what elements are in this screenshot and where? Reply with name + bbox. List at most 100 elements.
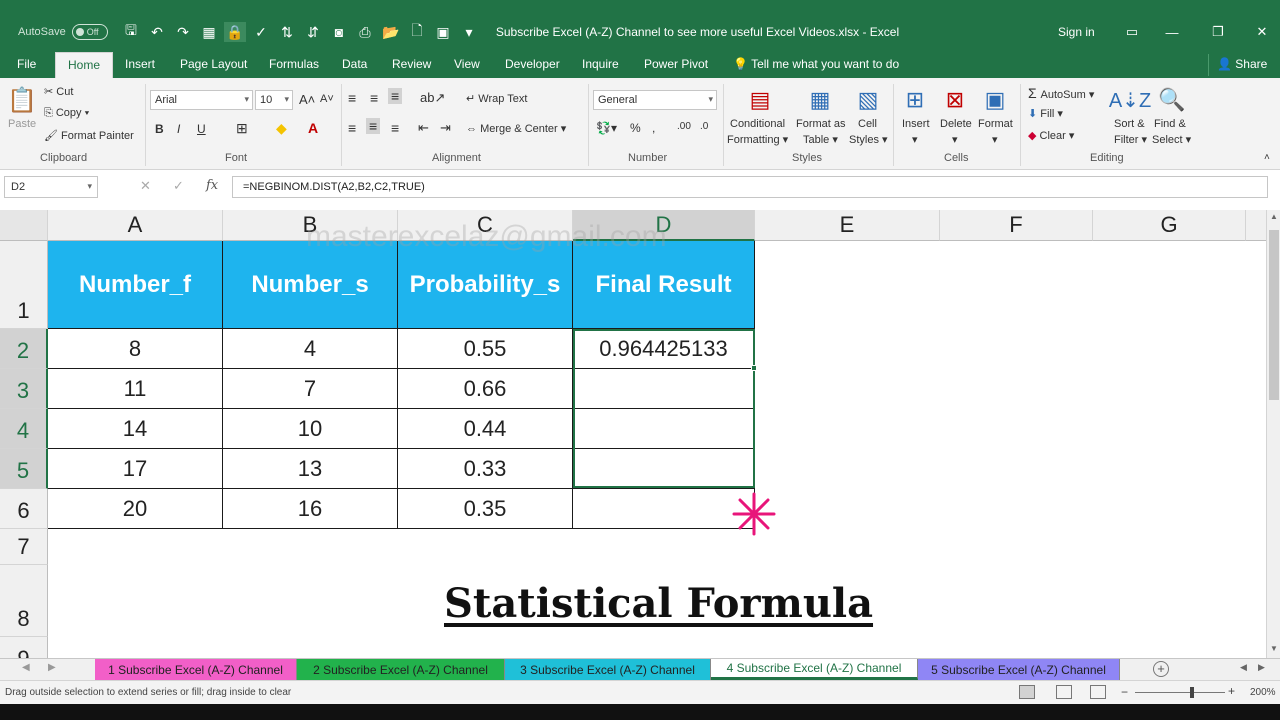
percent-icon[interactable]: % [630, 121, 641, 135]
cell-a4[interactable]: 14 [48, 409, 223, 449]
column-header-f[interactable]: F [940, 210, 1093, 241]
tab-insert[interactable]: Insert [125, 57, 155, 71]
cancel-icon[interactable]: ✕ [140, 178, 151, 194]
sign-in-link[interactable]: Sign in [1058, 25, 1095, 39]
ribbon-display-icon[interactable]: ▭ [1120, 22, 1144, 42]
collapse-ribbon-icon[interactable]: ˄ [1264, 152, 1270, 163]
format-painter-button[interactable]: 🖌 Format Painter [44, 129, 134, 142]
cell-d3[interactable] [573, 369, 755, 409]
font-color-icon[interactable]: A [308, 120, 318, 136]
sheet-tab-4[interactable]: 4 Subscribe Excel (A-Z) Channel [711, 659, 918, 680]
sheet-tab-5[interactable]: 5 Subscribe Excel (A-Z) Channel [918, 659, 1120, 680]
row-header-3[interactable]: 3 [0, 369, 48, 409]
zoom-out-icon[interactable]: − [1121, 685, 1128, 699]
merge-center-button[interactable]: ⇔ Merge & Center ▾ [466, 122, 566, 135]
fill-handle[interactable] [751, 365, 757, 371]
cell-styles-label[interactable]: Cell [858, 118, 877, 130]
find-select-label[interactable]: Find & [1154, 118, 1186, 130]
currency-icon[interactable]: 💱▾ [596, 121, 617, 135]
tab-data[interactable]: Data [342, 57, 367, 71]
fill-button[interactable]: ⬇ Fill ▾ [1028, 107, 1063, 120]
horizontal-scrollbar[interactable]: ◀ ▶ [1178, 662, 1278, 677]
cell-d5[interactable] [573, 449, 755, 489]
cell-b4[interactable]: 10 [223, 409, 398, 449]
cell-b2[interactable]: 4 [223, 329, 398, 369]
sheet-tab-3[interactable]: 3 Subscribe Excel (A-Z) Channel [505, 659, 711, 680]
header-cell-number-s[interactable]: Number_s [223, 241, 398, 329]
align-middle-icon[interactable]: ≡ [370, 90, 378, 106]
insert-cells-dropdown[interactable]: ▾ [912, 133, 918, 146]
minimize-icon[interactable]: — [1160, 22, 1184, 42]
row-header-5[interactable]: 5 [0, 449, 48, 489]
scroll-left-icon[interactable]: ◀ [1240, 662, 1247, 673]
format-cells-dropdown[interactable]: ▾ [992, 133, 998, 146]
paste-label[interactable]: Paste [8, 118, 36, 130]
format-cells-icon[interactable]: ▣ [980, 84, 1010, 116]
shrink-font-icon[interactable]: A˅ [320, 93, 334, 105]
format-as-table-icon[interactable]: ▦ [804, 84, 836, 116]
format-as-table-label[interactable]: Format as [796, 118, 846, 130]
tab-review[interactable]: Review [392, 57, 431, 71]
enter-icon[interactable]: ✓ [173, 178, 184, 194]
zoom-in-icon[interactable]: + [1228, 684, 1235, 698]
align-left-icon[interactable]: ≡ [348, 120, 356, 136]
cut-button[interactable]: ✂ Cut [44, 85, 73, 98]
name-box[interactable]: D2 [4, 176, 98, 198]
clear-button[interactable]: ◆ Clear ▾ [1028, 129, 1074, 142]
conditional-formatting-label[interactable]: Conditional [730, 118, 785, 130]
cell-d6[interactable] [573, 489, 755, 529]
align-bottom-icon[interactable]: ≡ [388, 88, 403, 104]
format-cells-label[interactable]: Format [978, 118, 1013, 130]
vertical-scroll-thumb[interactable] [1269, 230, 1279, 400]
comma-icon[interactable]: , [652, 121, 655, 135]
scroll-right-icon[interactable]: ▶ [1258, 662, 1265, 673]
increase-decimal-icon[interactable]: .00 [677, 121, 691, 132]
page-break-view-icon[interactable] [1090, 685, 1106, 699]
column-header-h[interactable] [1246, 210, 1266, 241]
cell-d2[interactable]: 0.964425133 [573, 329, 755, 369]
next-sheet-icon[interactable]: ▶ [48, 662, 56, 673]
cell-c3[interactable]: 0.66 [398, 369, 573, 409]
tab-power-pivot[interactable]: Power Pivot [644, 57, 708, 71]
tab-page-layout[interactable]: Page Layout [180, 57, 247, 71]
cell-styles-icon[interactable]: ▧ [852, 84, 884, 116]
delete-cells-label[interactable]: Delete [940, 118, 972, 130]
header-cell-probability-s[interactable]: Probability_s [398, 241, 573, 329]
page-layout-view-icon[interactable] [1056, 685, 1072, 699]
insert-cells-icon[interactable]: ⊞ [900, 84, 930, 116]
cell-c2[interactable]: 0.55 [398, 329, 573, 369]
vertical-scrollbar[interactable]: ▲ ▼ [1266, 210, 1280, 658]
cell-b3[interactable]: 7 [223, 369, 398, 409]
tab-developer[interactable]: Developer [505, 57, 560, 71]
align-top-icon[interactable]: ≡ [348, 90, 356, 106]
borders-icon[interactable]: ⊞ [236, 120, 248, 137]
tell-me-search[interactable]: 💡 Tell me what you want to do [733, 57, 899, 71]
column-header-a[interactable]: A [48, 210, 223, 241]
italic-button[interactable]: I [177, 122, 180, 136]
wrap-text-button[interactable]: ↵ Wrap Text [466, 92, 527, 105]
zoom-slider[interactable] [1135, 692, 1225, 693]
header-cell-final-result[interactable]: Final Result [573, 241, 755, 329]
sheet-tab-2[interactable]: 2 Subscribe Excel (A-Z) Channel [297, 659, 505, 680]
cell-c5[interactable]: 0.33 [398, 449, 573, 489]
cell-b5[interactable]: 13 [223, 449, 398, 489]
share-button[interactable]: 👤 Share [1208, 54, 1275, 76]
number-format-select[interactable]: General [593, 90, 717, 110]
paste-icon[interactable]: 📋 [7, 84, 37, 116]
decrease-decimal-icon[interactable]: .0 [700, 121, 708, 132]
normal-view-icon[interactable] [1019, 685, 1035, 699]
cell-c4[interactable]: 0.44 [398, 409, 573, 449]
increase-indent-icon[interactable]: ⇥ [440, 120, 451, 136]
row-header-1[interactable]: 1 [0, 241, 48, 329]
tab-formulas[interactable]: Formulas [269, 57, 319, 71]
bold-button[interactable]: B [155, 122, 164, 136]
cell-a6[interactable]: 20 [48, 489, 223, 529]
cell-c6[interactable]: 0.35 [398, 489, 573, 529]
row-header-4[interactable]: 4 [0, 409, 48, 449]
zoom-slider-thumb[interactable] [1190, 687, 1194, 698]
cell-styles-label2[interactable]: Styles ▾ [849, 133, 888, 146]
cell-a5[interactable]: 17 [48, 449, 223, 489]
insert-function-icon[interactable]: fx [206, 178, 218, 193]
cell-b6[interactable]: 16 [223, 489, 398, 529]
orientation-icon[interactable]: ab↗ [420, 90, 445, 106]
